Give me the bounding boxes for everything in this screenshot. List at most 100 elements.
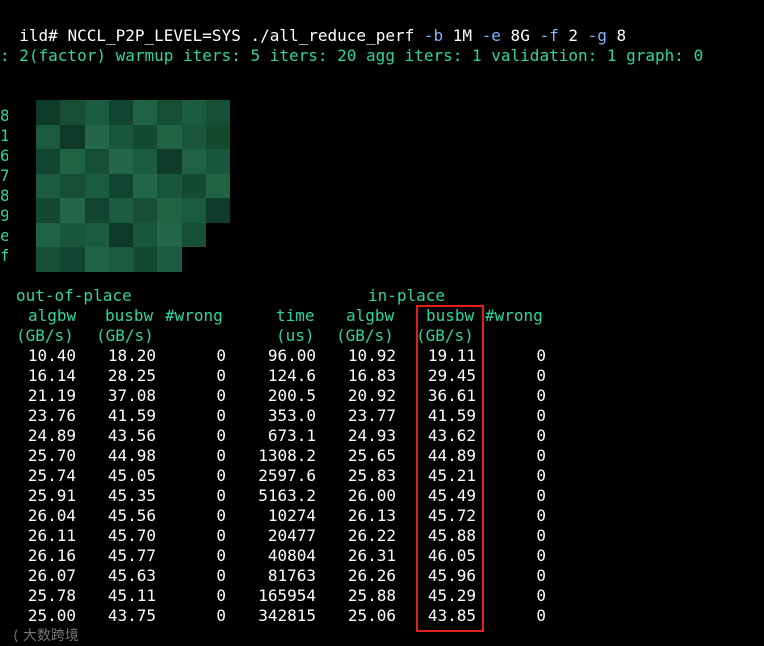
- cell-time: 5163.2: [258, 486, 316, 505]
- cell-wrong2: 0: [536, 366, 546, 385]
- table-row: 24.89 43.56 0 673.1 24.93 43.62 0: [0, 426, 764, 446]
- left-fragment: 6: [0, 146, 8, 165]
- cell-algbw2: 23.77: [347, 406, 396, 425]
- cell-wrong: 0: [216, 566, 226, 585]
- cell-algbw2: 26.00: [347, 486, 396, 505]
- cell-busbw: 41.59: [107, 406, 156, 425]
- pixelated-redaction: [36, 100, 230, 272]
- cell-algbw2: 26.22: [347, 526, 396, 545]
- cell-time: 200.5: [267, 386, 316, 405]
- cell-algbw2: 16.83: [347, 366, 396, 385]
- in-place-header: in-place: [368, 286, 446, 305]
- cell-wrong: 0: [216, 366, 226, 385]
- cell-algbw2: 26.31: [347, 546, 396, 565]
- cell-algbw: 26.16: [27, 546, 76, 565]
- table-row: 25.78 45.11 0 165954 25.88 45.29 0: [0, 586, 764, 606]
- command-line: ild# NCCL_P2P_LEVEL=SYS ./all_reduce_per…: [0, 6, 626, 46]
- shell-prompt: ild#: [19, 26, 68, 45]
- cell-wrong2: 0: [536, 486, 546, 505]
- cell-wrong: 0: [216, 346, 226, 365]
- cell-algbw2: 25.65: [347, 446, 396, 465]
- cell-busbw: 43.56: [107, 426, 156, 445]
- cell-busbw: 37.08: [107, 386, 156, 405]
- cell-algbw2: 26.13: [347, 506, 396, 525]
- table-row: 26.04 45.56 0 10274 26.13 45.72 0: [0, 506, 764, 526]
- table-row: 26.11 45.70 0 20477 26.22 45.88 0: [0, 526, 764, 546]
- algbw-inplace-unit: (GB/s): [336, 326, 394, 345]
- cell-algbw: 25.91: [27, 486, 76, 505]
- cell-wrong2: 0: [536, 526, 546, 545]
- cell-time: 165954: [258, 586, 316, 605]
- left-fragment: 1: [0, 126, 8, 145]
- cell-wrong: 0: [216, 526, 226, 545]
- cell-algbw: 25.70: [27, 446, 76, 465]
- cell-time: 10274: [267, 506, 316, 525]
- cell-algbw: 21.19: [27, 386, 76, 405]
- cell-time: 40804: [267, 546, 316, 565]
- cell-wrong2: 0: [536, 506, 546, 525]
- flag-g: -g: [587, 26, 607, 45]
- cell-algbw2: 10.92: [347, 346, 396, 365]
- cell-algbw: 26.04: [27, 506, 76, 525]
- value-f: 2: [558, 26, 588, 45]
- cell-algbw2: 24.93: [347, 426, 396, 445]
- cell-wrong2: 0: [536, 446, 546, 465]
- cell-algbw: 10.40: [27, 346, 76, 365]
- time-unit: (us): [276, 326, 315, 345]
- cell-time: 2597.6: [258, 466, 316, 485]
- flag-e: -e: [481, 26, 501, 45]
- cell-wrong2: 0: [536, 406, 546, 425]
- cell-algbw2: 26.26: [347, 566, 396, 585]
- cell-wrong: 0: [216, 546, 226, 565]
- cell-busbw: 45.70: [107, 526, 156, 545]
- cell-wrong: 0: [216, 386, 226, 405]
- cell-busbw: 18.20: [107, 346, 156, 365]
- cell-busbw: 45.63: [107, 566, 156, 585]
- algbw-unit: (GB/s): [16, 326, 74, 345]
- wrong-header: #wrong: [165, 306, 223, 325]
- cell-wrong2: 0: [536, 606, 546, 625]
- cell-busbw: 45.35: [107, 486, 156, 505]
- highlight-box: [416, 305, 484, 632]
- left-fragment: 9: [0, 206, 8, 225]
- cell-algbw: 26.07: [27, 566, 76, 585]
- cell-wrong2: 0: [536, 346, 546, 365]
- cell-wrong: 0: [216, 586, 226, 605]
- env-var: NCCL_P2P_LEVEL=SYS: [67, 26, 241, 45]
- cell-time: 353.0: [267, 406, 316, 425]
- cell-busbw: 45.05: [107, 466, 156, 485]
- cell-time: 96.00: [267, 346, 316, 365]
- cell-time: 1308.2: [258, 446, 316, 465]
- algbw-inplace-header: algbw: [346, 306, 395, 325]
- left-fragment: 8: [0, 186, 8, 205]
- left-fragment: 7: [0, 166, 8, 185]
- busbw-unit: (GB/s): [96, 326, 154, 345]
- cell-time: 20477: [267, 526, 316, 545]
- busbw-header: busbw: [105, 306, 154, 325]
- cell-wrong: 0: [216, 606, 226, 625]
- out-of-place-header: out-of-place: [16, 286, 132, 305]
- value-g: 8: [606, 26, 627, 45]
- cell-algbw: 16.14: [27, 366, 76, 385]
- table-row: 21.19 37.08 0 200.5 20.92 36.61 0: [0, 386, 764, 406]
- cell-wrong: 0: [216, 506, 226, 525]
- left-fragment: f: [0, 246, 8, 265]
- cell-algbw2: 25.88: [347, 586, 396, 605]
- left-fragment: 8: [0, 106, 8, 125]
- cell-wrong2: 0: [536, 586, 546, 605]
- cell-busbw: 28.25: [107, 366, 156, 385]
- table-row: 25.70 44.98 0 1308.2 25.65 44.89 0: [0, 446, 764, 466]
- cell-time: 124.6: [267, 366, 316, 385]
- cell-algbw: 23.76: [27, 406, 76, 425]
- cell-busbw: 43.75: [107, 606, 156, 625]
- cell-wrong2: 0: [536, 426, 546, 445]
- wrong-inplace-header: #wrong: [485, 306, 543, 325]
- cell-wrong: 0: [216, 486, 226, 505]
- cell-wrong: 0: [216, 426, 226, 445]
- table-row: 10.40 18.20 0 96.00 10.92 19.11 0: [0, 346, 764, 366]
- value-e: 8G: [500, 26, 540, 45]
- cell-time: 342815: [258, 606, 316, 625]
- cell-busbw: 45.77: [107, 546, 156, 565]
- value-b: 1M: [443, 26, 482, 45]
- table-row: 25.74 45.05 0 2597.6 25.83 45.21 0: [0, 466, 764, 486]
